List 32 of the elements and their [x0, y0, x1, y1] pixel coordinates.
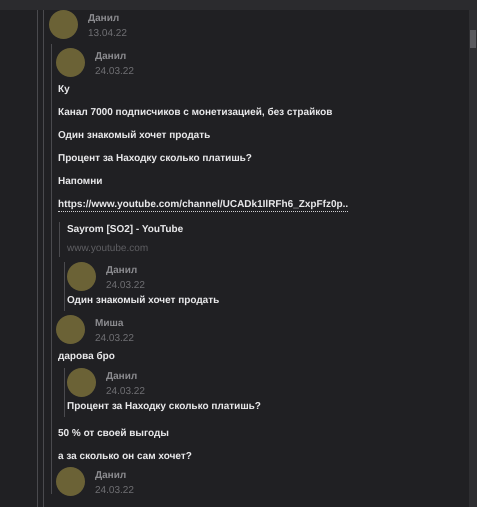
quoted-text: Один знакомый хочет продать: [67, 295, 220, 307]
message-link[interactable]: https://www.youtube.com/channel/UCADk1IlRFh6_ZxpFfz0p..: [58, 199, 348, 212]
author-name[interactable]: Данил: [95, 469, 134, 483]
message-date: 24.03.22: [95, 332, 134, 346]
author-name[interactable]: Данил: [106, 264, 145, 278]
avatar-photo: [67, 262, 96, 291]
quoted-text: Процент за Находку сколько платишь?: [67, 401, 262, 413]
message-text: Один знакомый хочет продать: [58, 130, 210, 142]
avatar-photo: [56, 467, 85, 496]
message-text: Ку: [58, 84, 70, 96]
avatar-photo: [56, 48, 85, 77]
scrollbar[interactable]: [469, 10, 477, 507]
message-date: 24.03.22: [95, 484, 134, 498]
message-text: Процент за Находку сколько платишь?: [58, 153, 252, 165]
message-date: 24.03.22: [95, 65, 134, 79]
avatar-photo: [49, 10, 78, 39]
link-preview-site: www.youtube.com: [67, 242, 150, 256]
author-name[interactable]: Данил: [95, 50, 134, 64]
message-text: 50 % от своей выгоды: [58, 428, 169, 440]
author-name[interactable]: Данил: [106, 370, 145, 384]
author-name[interactable]: Миша: [95, 317, 134, 331]
message-text: дарова бро: [58, 351, 115, 363]
message-date: 24.03.22: [106, 385, 145, 399]
message-date: 24.03.22: [106, 279, 145, 293]
message-text: Канал 7000 подписчиков с монетизацией, без страйков: [58, 107, 332, 119]
author-name[interactable]: Данил: [88, 12, 127, 26]
avatar-photo: [67, 368, 96, 397]
message-date: 13.04.22: [88, 27, 127, 41]
message-text: Напомни: [58, 176, 102, 188]
message-text: а за сколько он сам хочет?: [58, 451, 192, 463]
avatar-photo: [56, 315, 85, 344]
link-preview-title[interactable]: Sayrom [SO2] - YouTube: [67, 223, 184, 237]
